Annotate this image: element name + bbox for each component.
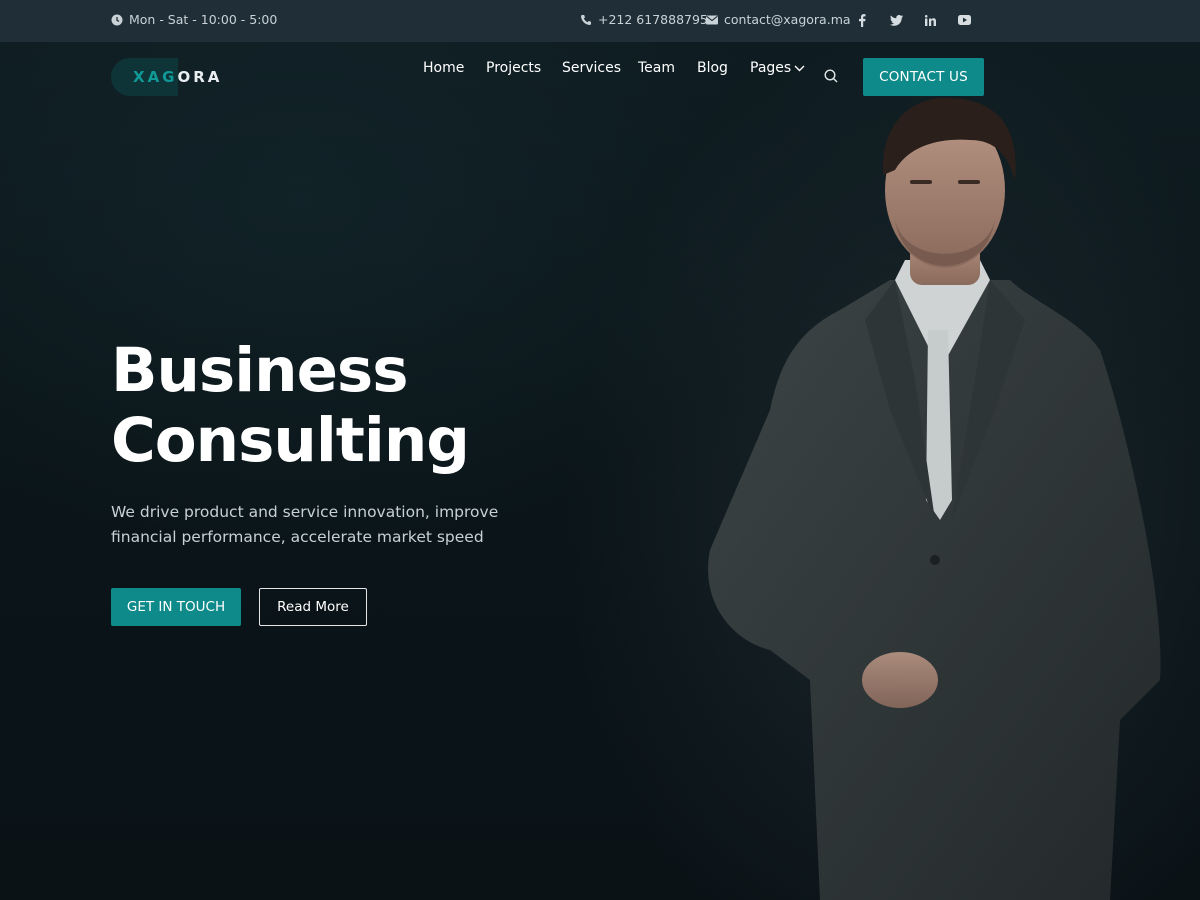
- business-hours-text: Mon - Sat - 10:00 - 5:00: [129, 12, 278, 27]
- clock-icon: [111, 14, 123, 26]
- email-text: contact@xagora.ma: [724, 12, 851, 27]
- linkedin-icon[interactable]: [923, 12, 937, 28]
- nav-item-pages[interactable]: Pages: [750, 60, 805, 76]
- business-hours: Mon - Sat - 10:00 - 5:00: [111, 12, 277, 27]
- hero-title-line-2: Consulting: [111, 405, 470, 476]
- twitter-icon[interactable]: [889, 12, 903, 28]
- chevron-down-icon: [794, 60, 805, 76]
- youtube-icon[interactable]: [957, 12, 971, 28]
- get-in-touch-button[interactable]: GET IN TOUCH: [111, 588, 241, 626]
- nav-item-pages-label: Pages: [750, 60, 792, 76]
- hero-subtitle: We drive product and service innovation,…: [111, 503, 499, 546]
- nav-item-projects[interactable]: Projects: [486, 60, 541, 76]
- hero-title: Business Consulting: [111, 336, 571, 476]
- hero-title-line-1: Business: [111, 335, 409, 406]
- logo-wordmark: XAGORA: [133, 68, 223, 86]
- site-logo[interactable]: XAGORA: [111, 58, 231, 96]
- facebook-icon[interactable]: [855, 12, 869, 28]
- email-link[interactable]: contact@xagora.ma: [706, 12, 851, 27]
- phone-icon: [580, 14, 592, 26]
- phone-link[interactable]: +212 617888795: [580, 12, 708, 27]
- read-more-button[interactable]: Read More: [259, 588, 367, 626]
- top-bar: Mon - Sat - 10:00 - 5:00 +212 617888795 …: [0, 0, 1200, 42]
- nav-item-home[interactable]: Home: [423, 60, 464, 76]
- envelope-icon: [706, 15, 718, 25]
- social-links: [855, 12, 971, 28]
- phone-text: +212 617888795: [598, 12, 708, 27]
- hero-person-image: [708, 97, 1161, 900]
- nav-item-blog[interactable]: Blog: [697, 60, 728, 76]
- nav-item-team[interactable]: Team: [638, 60, 675, 76]
- nav-item-services[interactable]: Services: [562, 60, 621, 76]
